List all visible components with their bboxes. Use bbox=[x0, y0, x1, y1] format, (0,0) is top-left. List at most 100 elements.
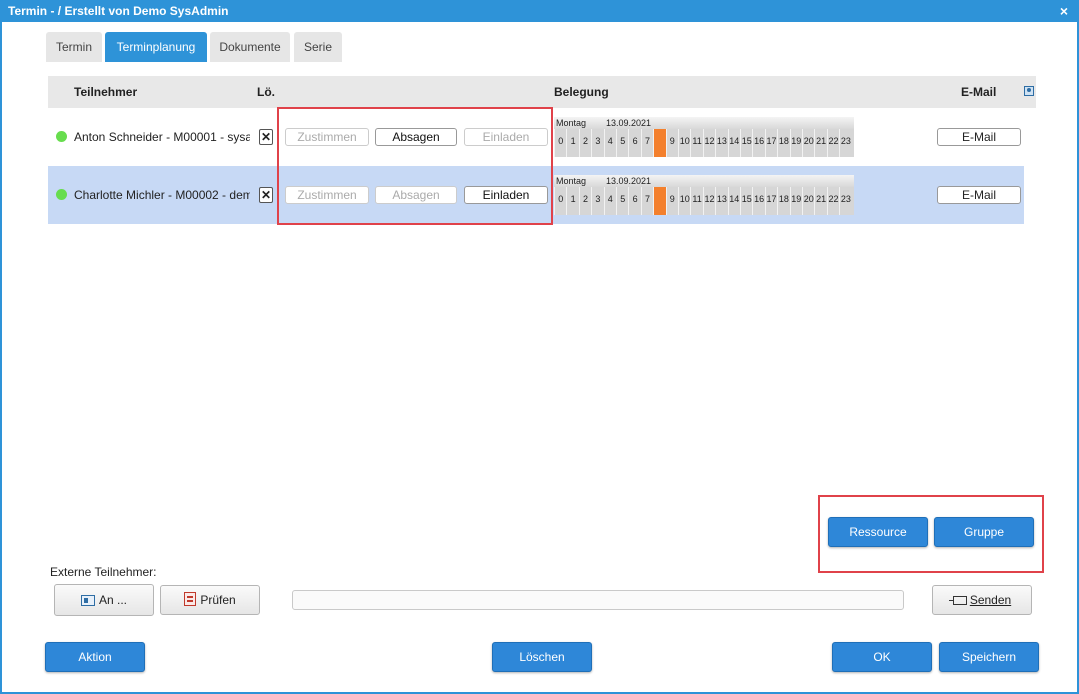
hour-cell-12: 12 bbox=[702, 129, 715, 157]
ok-button[interactable]: OK bbox=[832, 642, 932, 672]
check-button[interactable]: Prüfen bbox=[160, 585, 260, 615]
resource-button[interactable]: Ressource bbox=[828, 517, 928, 547]
email-button[interactable]: E-Mail bbox=[937, 128, 1021, 146]
hour-cell-11: 11 bbox=[690, 187, 702, 215]
accept-button[interactable]: Zustimmen bbox=[285, 186, 369, 204]
contact-icon[interactable] bbox=[1024, 86, 1034, 96]
to-button[interactable]: An ... bbox=[54, 584, 154, 616]
delete-button[interactable]: Löschen bbox=[492, 642, 592, 672]
status-dot bbox=[56, 189, 67, 200]
close-icon[interactable]: × bbox=[1057, 0, 1071, 22]
hour-cell-7: 7 bbox=[640, 129, 653, 157]
hour-cell-16: 16 bbox=[752, 187, 764, 215]
hour-cell-0: 0 bbox=[554, 129, 566, 157]
timeline-hours: 0 1 2 3 4 5 6 7 8 9 10 11 12 13 14 15 16 17 18 19 20 21 22 23 bbox=[554, 129, 854, 157]
hour-cell-3: 3 bbox=[591, 187, 603, 215]
hour-cell-8: 8 bbox=[653, 129, 666, 157]
hour-cell-16: 16 bbox=[752, 129, 764, 157]
hour-cell-22: 22 bbox=[826, 129, 839, 157]
action-button[interactable]: Aktion bbox=[45, 642, 145, 672]
occupancy-timeline: Montag 13.09.2021 0 1 2 3 4 5 6 7 8 9 10 11 12 13 14 15… bbox=[554, 175, 854, 215]
delete-participant-checkbox[interactable]: ✕ bbox=[259, 187, 273, 203]
hour-cell-15: 15 bbox=[740, 187, 752, 215]
hour-cell-23: 23 bbox=[839, 129, 851, 157]
hour-cell-14: 14 bbox=[727, 187, 740, 215]
hour-cell-23: 23 bbox=[839, 187, 851, 215]
hour-cell-18: 18 bbox=[777, 187, 789, 215]
hour-cell-17: 17 bbox=[764, 187, 777, 215]
hour-cell-1: 1 bbox=[566, 187, 578, 215]
decline-button[interactable]: Absagen bbox=[375, 128, 457, 146]
occupancy-timeline: Montag 13.09.2021 0 1 2 3 4 5 6 7 8 9 10 11 12 13 14 15… bbox=[554, 117, 854, 157]
hour-cell-7: 7 bbox=[640, 187, 653, 215]
hour-cell-18: 18 bbox=[777, 129, 789, 157]
hour-cell-20: 20 bbox=[802, 187, 814, 215]
hour-cell-3: 3 bbox=[591, 129, 603, 157]
save-button[interactable]: Speichern bbox=[939, 642, 1039, 672]
hour-cell-4: 4 bbox=[603, 129, 616, 157]
hour-cell-19: 19 bbox=[789, 129, 802, 157]
hour-cell-6: 6 bbox=[628, 187, 640, 215]
hour-cell-9: 9 bbox=[665, 129, 678, 157]
hour-cell-17: 17 bbox=[764, 129, 777, 157]
participant-name: Charlotte Michler - M00002 - demo bbox=[74, 188, 250, 202]
window-title: Termin - / Erstellt von Demo SysAdmin bbox=[8, 4, 229, 18]
tab-termin[interactable]: Termin bbox=[46, 32, 102, 62]
appointment-dialog: Termin - / Erstellt von Demo SysAdmin × … bbox=[0, 0, 1079, 694]
external-participants-label: Externe Teilnehmer: bbox=[50, 565, 157, 579]
hour-cell-11: 11 bbox=[690, 129, 702, 157]
delete-participant-checkbox[interactable]: ✕ bbox=[259, 129, 273, 145]
hour-cell-22: 22 bbox=[826, 187, 839, 215]
accept-button[interactable]: Zustimmen bbox=[285, 128, 369, 146]
hour-cell-9: 9 bbox=[665, 187, 678, 215]
timeline-day: Montag bbox=[556, 176, 587, 186]
hour-cell-10: 10 bbox=[678, 129, 690, 157]
hour-cell-13: 13 bbox=[715, 187, 727, 215]
hour-cell-15: 15 bbox=[740, 129, 752, 157]
status-dot bbox=[56, 131, 67, 142]
hour-cell-14: 14 bbox=[727, 129, 740, 157]
checklist-icon bbox=[184, 592, 197, 606]
hour-cell-5: 5 bbox=[616, 187, 628, 215]
hour-cell-13: 13 bbox=[715, 129, 727, 157]
tab-terminplanung[interactable]: Terminplanung bbox=[105, 32, 207, 62]
hour-cell-0: 0 bbox=[554, 187, 566, 215]
hour-cell-2: 2 bbox=[578, 129, 591, 157]
decline-button[interactable]: Absagen bbox=[375, 186, 457, 204]
send-icon bbox=[948, 596, 967, 605]
header-email: E-Mail bbox=[961, 85, 997, 99]
hour-cell-21: 21 bbox=[814, 129, 826, 157]
tab-serie[interactable]: Serie bbox=[294, 32, 342, 62]
hour-cell-5: 5 bbox=[616, 129, 628, 157]
hour-cell-2: 2 bbox=[578, 187, 591, 215]
group-button[interactable]: Gruppe bbox=[934, 517, 1034, 547]
address-card-icon bbox=[80, 595, 95, 606]
timeline-date: 13.09.2021 bbox=[606, 176, 652, 186]
invite-button[interactable]: Einladen bbox=[464, 128, 548, 146]
participant-name: Anton Schneider - M00001 - sysadmin bbox=[74, 130, 250, 144]
timeline-date: 13.09.2021 bbox=[606, 118, 652, 128]
timeline-hours: 0 1 2 3 4 5 6 7 8 9 10 11 12 13 14 15 16 17 18 19 20 21 22 23 bbox=[554, 187, 854, 215]
hour-cell-21: 21 bbox=[814, 187, 826, 215]
timeline-day: Montag bbox=[556, 118, 587, 128]
participants-header: Teilnehmer Lö. Belegung E-Mail bbox=[48, 76, 1036, 108]
hour-cell-6: 6 bbox=[628, 129, 640, 157]
header-occupancy: Belegung bbox=[554, 85, 609, 99]
hour-cell-1: 1 bbox=[566, 129, 578, 157]
participant-row: Charlotte Michler - M00002 - demo ✕ Zust… bbox=[48, 166, 1024, 224]
hour-cell-19: 19 bbox=[789, 187, 802, 215]
hour-cell-10: 10 bbox=[678, 187, 690, 215]
send-button[interactable]: Senden bbox=[932, 585, 1032, 615]
hour-cell-20: 20 bbox=[802, 129, 814, 157]
hour-cell-12: 12 bbox=[702, 187, 715, 215]
invite-button[interactable]: Einladen bbox=[464, 186, 548, 204]
title-bar: Termin - / Erstellt von Demo SysAdmin bbox=[2, 0, 1079, 22]
hour-cell-4: 4 bbox=[603, 187, 616, 215]
external-participants-input[interactable] bbox=[292, 590, 904, 610]
participant-row: Anton Schneider - M00001 - sysadmin ✕ Zu… bbox=[48, 108, 1024, 166]
header-participant: Teilnehmer bbox=[74, 85, 138, 99]
hour-cell-8: 8 bbox=[653, 187, 666, 215]
header-delete: Lö. bbox=[257, 85, 275, 99]
tab-dokumente[interactable]: Dokumente bbox=[210, 32, 290, 62]
email-button[interactable]: E-Mail bbox=[937, 186, 1021, 204]
